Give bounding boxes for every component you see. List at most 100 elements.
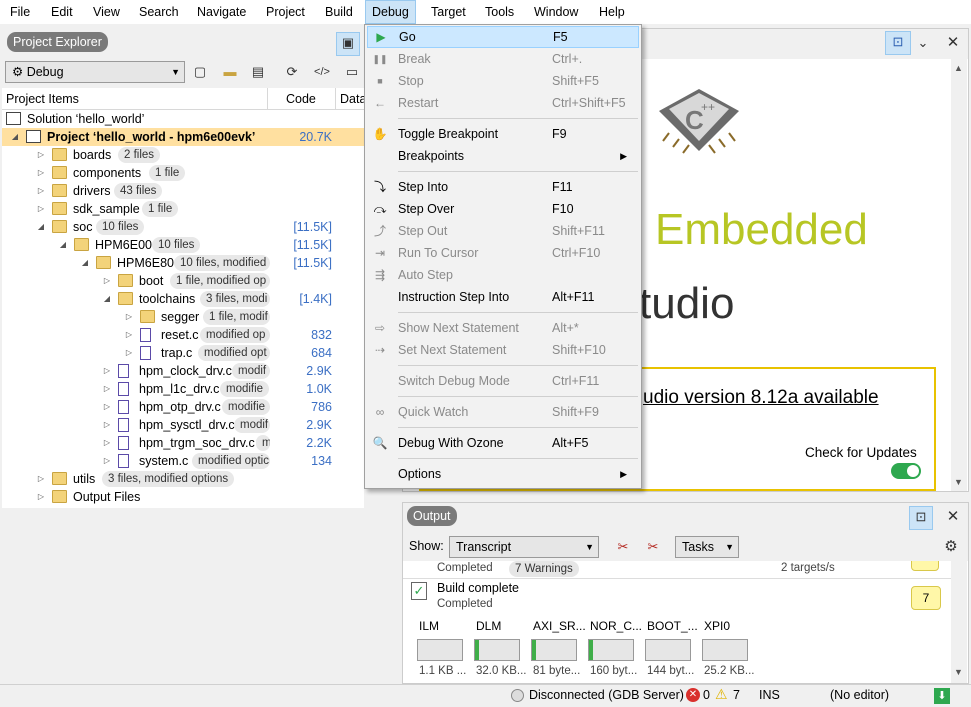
menu-tools[interactable]: Tools bbox=[479, 0, 520, 24]
collapse-arrow-icon[interactable]: ◢ bbox=[58, 236, 68, 254]
menu-item-step-over[interactable]: ⤼ Step Over F10 bbox=[367, 198, 639, 220]
menu-item-options[interactable]: Options ▶ bbox=[367, 463, 639, 485]
pin-icon[interactable]: ▣ bbox=[336, 32, 360, 56]
menu-debug[interactable]: Debug bbox=[365, 0, 416, 24]
output-title[interactable]: Output bbox=[407, 506, 457, 526]
solution-node[interactable]: Solution ‘hello_world’ bbox=[2, 110, 364, 128]
column-data[interactable]: Data bbox=[336, 88, 366, 110]
expand-arrow-icon[interactable]: ▷ bbox=[36, 470, 46, 488]
tree-item[interactable]: ▷ utils 3 files, modified options bbox=[2, 470, 364, 488]
menu-item-instruction-step-into[interactable]: Instruction Step Into Alt+F11 bbox=[367, 286, 639, 308]
menu-item-auto-step[interactable]: ⇶ Auto Step bbox=[367, 264, 639, 286]
menu-project[interactable]: Project bbox=[260, 0, 311, 24]
file-icon[interactable]: ▭ bbox=[342, 62, 362, 82]
menu-item-breakpoints[interactable]: Breakpoints ▶ bbox=[367, 145, 639, 167]
tree-item[interactable]: ▷ Output Files bbox=[2, 488, 364, 506]
scroll-down-icon[interactable]: ▼ bbox=[954, 477, 963, 487]
tree-item[interactable]: ▷ hpm_trgm_soc_drv.c m 2.2K bbox=[2, 434, 364, 452]
tree-item[interactable]: ▷ boot 1 file, modified op bbox=[2, 272, 364, 290]
menu-item-go[interactable]: ▶ Go F5 bbox=[367, 26, 639, 48]
expand-arrow-icon[interactable]: ▷ bbox=[124, 326, 134, 344]
expand-arrow-icon[interactable]: ▷ bbox=[36, 488, 46, 506]
column-project-items[interactable]: Project Items bbox=[2, 88, 268, 110]
tree-item[interactable]: ◢ toolchains 3 files, modi [1.4K] bbox=[2, 290, 364, 308]
expand-arrow-icon[interactable]: ▷ bbox=[124, 308, 134, 326]
collapse-arrow-icon[interactable]: ◢ bbox=[36, 218, 46, 236]
tree-item[interactable]: ▷ trap.c modified opt 684 bbox=[2, 344, 364, 362]
menu-build[interactable]: Build bbox=[319, 0, 359, 24]
menu-item-break[interactable]: ❚❚ Break Ctrl+. bbox=[367, 48, 639, 70]
clear-icon[interactable]: ✂ bbox=[613, 537, 633, 557]
memory-usage-bar[interactable] bbox=[474, 639, 520, 661]
menu-item-show-next-statement[interactable]: ⇨ Show Next Statement Alt+* bbox=[367, 317, 639, 339]
output-close-icon[interactable]: ✕ bbox=[943, 507, 963, 527]
chevron-down-icon[interactable]: ⌄ bbox=[913, 33, 933, 53]
expand-arrow-icon[interactable]: ▷ bbox=[36, 164, 46, 182]
scroll-up-icon[interactable]: ▲ bbox=[954, 63, 963, 73]
menu-search[interactable]: Search bbox=[133, 0, 185, 24]
expand-arrow-icon[interactable]: ▷ bbox=[102, 398, 112, 416]
tree-item[interactable]: ◢ soc 10 files [11.5K] bbox=[2, 218, 364, 236]
menu-help[interactable]: Help bbox=[593, 0, 631, 24]
expand-arrow-icon[interactable]: ▷ bbox=[102, 434, 112, 452]
code-icon[interactable]: </> bbox=[312, 62, 332, 82]
expand-arrow-icon[interactable]: ▷ bbox=[102, 362, 112, 380]
tree-item[interactable]: ▷ drivers 43 files bbox=[2, 182, 364, 200]
tree-item[interactable]: ◢ HPM6E00 10 files [11.5K] bbox=[2, 236, 364, 254]
tree-item[interactable]: ▷ components 1 file bbox=[2, 164, 364, 182]
menu-edit[interactable]: Edit bbox=[45, 0, 79, 24]
expand-arrow-icon[interactable]: ▷ bbox=[124, 344, 134, 362]
tree-item[interactable]: ▷ system.c modified optic 134 bbox=[2, 452, 364, 470]
menu-item-restart[interactable]: ← Restart Ctrl+Shift+F5 bbox=[367, 92, 639, 114]
output-pin-icon[interactable]: ⊡ bbox=[909, 506, 933, 530]
output-scrollbar[interactable]: ▼ bbox=[951, 561, 967, 683]
column-code[interactable]: Code bbox=[268, 88, 336, 110]
memory-usage-bar[interactable] bbox=[702, 639, 748, 661]
configuration-select[interactable]: ⚙ Debug ▼ bbox=[5, 61, 185, 83]
expand-arrow-icon[interactable]: ▷ bbox=[36, 146, 46, 164]
show-select[interactable]: Transcript ▼ bbox=[449, 536, 599, 558]
check-updates-toggle[interactable] bbox=[891, 463, 921, 479]
expand-arrow-icon[interactable]: ▷ bbox=[102, 416, 112, 434]
expand-arrow-icon[interactable]: ▷ bbox=[36, 200, 46, 218]
tree-item[interactable]: ◢ HPM6E80 10 files, modified [11.5K] bbox=[2, 254, 364, 272]
menu-item-step-into[interactable]: ⤵ Step Into F11 bbox=[367, 176, 639, 198]
expand-arrow-icon[interactable]: ▷ bbox=[102, 452, 112, 470]
scroll-down-icon[interactable]: ▼ bbox=[954, 667, 963, 677]
close-icon[interactable]: ✕ bbox=[943, 33, 963, 53]
menu-item-step-out[interactable]: ⤴ Step Out Shift+F11 bbox=[367, 220, 639, 242]
menu-item-debug-with-ozone[interactable]: 🔍 Debug With Ozone Alt+F5 bbox=[367, 432, 639, 454]
tree-item[interactable]: ▷ hpm_clock_drv.c modif 2.9K bbox=[2, 362, 364, 380]
menu-item-stop[interactable]: ■ Stop Shift+F5 bbox=[367, 70, 639, 92]
properties-icon[interactable]: ▤ bbox=[248, 62, 268, 82]
error-count[interactable]: 0 bbox=[703, 688, 710, 702]
collapse-arrow-icon[interactable]: ◢ bbox=[102, 290, 112, 308]
menu-target[interactable]: Target bbox=[425, 0, 472, 24]
menu-file[interactable]: File bbox=[4, 0, 36, 24]
expand-arrow-icon[interactable]: ▷ bbox=[102, 380, 112, 398]
memory-usage-bar[interactable] bbox=[417, 639, 463, 661]
refresh-icon[interactable]: ⟳ bbox=[282, 62, 302, 82]
menu-window[interactable]: Window bbox=[528, 0, 584, 24]
pane-options-icon[interactable]: ⊡ bbox=[885, 31, 911, 55]
menu-view[interactable]: View bbox=[87, 0, 126, 24]
menu-navigate[interactable]: Navigate bbox=[191, 0, 252, 24]
menu-item-set-next-statement[interactable]: ⇢ Set Next Statement Shift+F10 bbox=[367, 339, 639, 361]
tree-item[interactable]: ▷ hpm_l1c_drv.c modifie 1.0K bbox=[2, 380, 364, 398]
connection-status[interactable]: Disconnected (GDB Server) bbox=[529, 688, 684, 702]
memory-usage-bar[interactable] bbox=[531, 639, 577, 661]
download-icon[interactable]: ⬇ bbox=[934, 688, 950, 704]
update-link[interactable]: udio version 8.12a available bbox=[643, 387, 879, 409]
menu-item-toggle-breakpoint[interactable]: ✋ Toggle Breakpoint F9 bbox=[367, 123, 639, 145]
menu-item-quick-watch[interactable]: ∞ Quick Watch Shift+F9 bbox=[367, 401, 639, 423]
menu-item-switch-debug-mode[interactable]: Switch Debug Mode Ctrl+F11 bbox=[367, 370, 639, 392]
folder-icon[interactable]: ▬ bbox=[220, 62, 240, 82]
memory-usage-bar[interactable] bbox=[645, 639, 691, 661]
tasks-select[interactable]: Tasks ▼ bbox=[675, 536, 739, 558]
project-node[interactable]: ◢ Project ‘hello_world - hpm6e00evk’ 20.7K bbox=[2, 128, 364, 146]
project-explorer-title[interactable]: Project Explorer bbox=[7, 32, 108, 52]
warning-count[interactable]: 7 bbox=[733, 688, 740, 702]
collapse-arrow-icon[interactable]: ◢ bbox=[80, 254, 90, 272]
tree-item[interactable]: ▷ hpm_otp_drv.c modifie 786 bbox=[2, 398, 364, 416]
tree-item[interactable]: ▷ segger 1 file, modif bbox=[2, 308, 364, 326]
